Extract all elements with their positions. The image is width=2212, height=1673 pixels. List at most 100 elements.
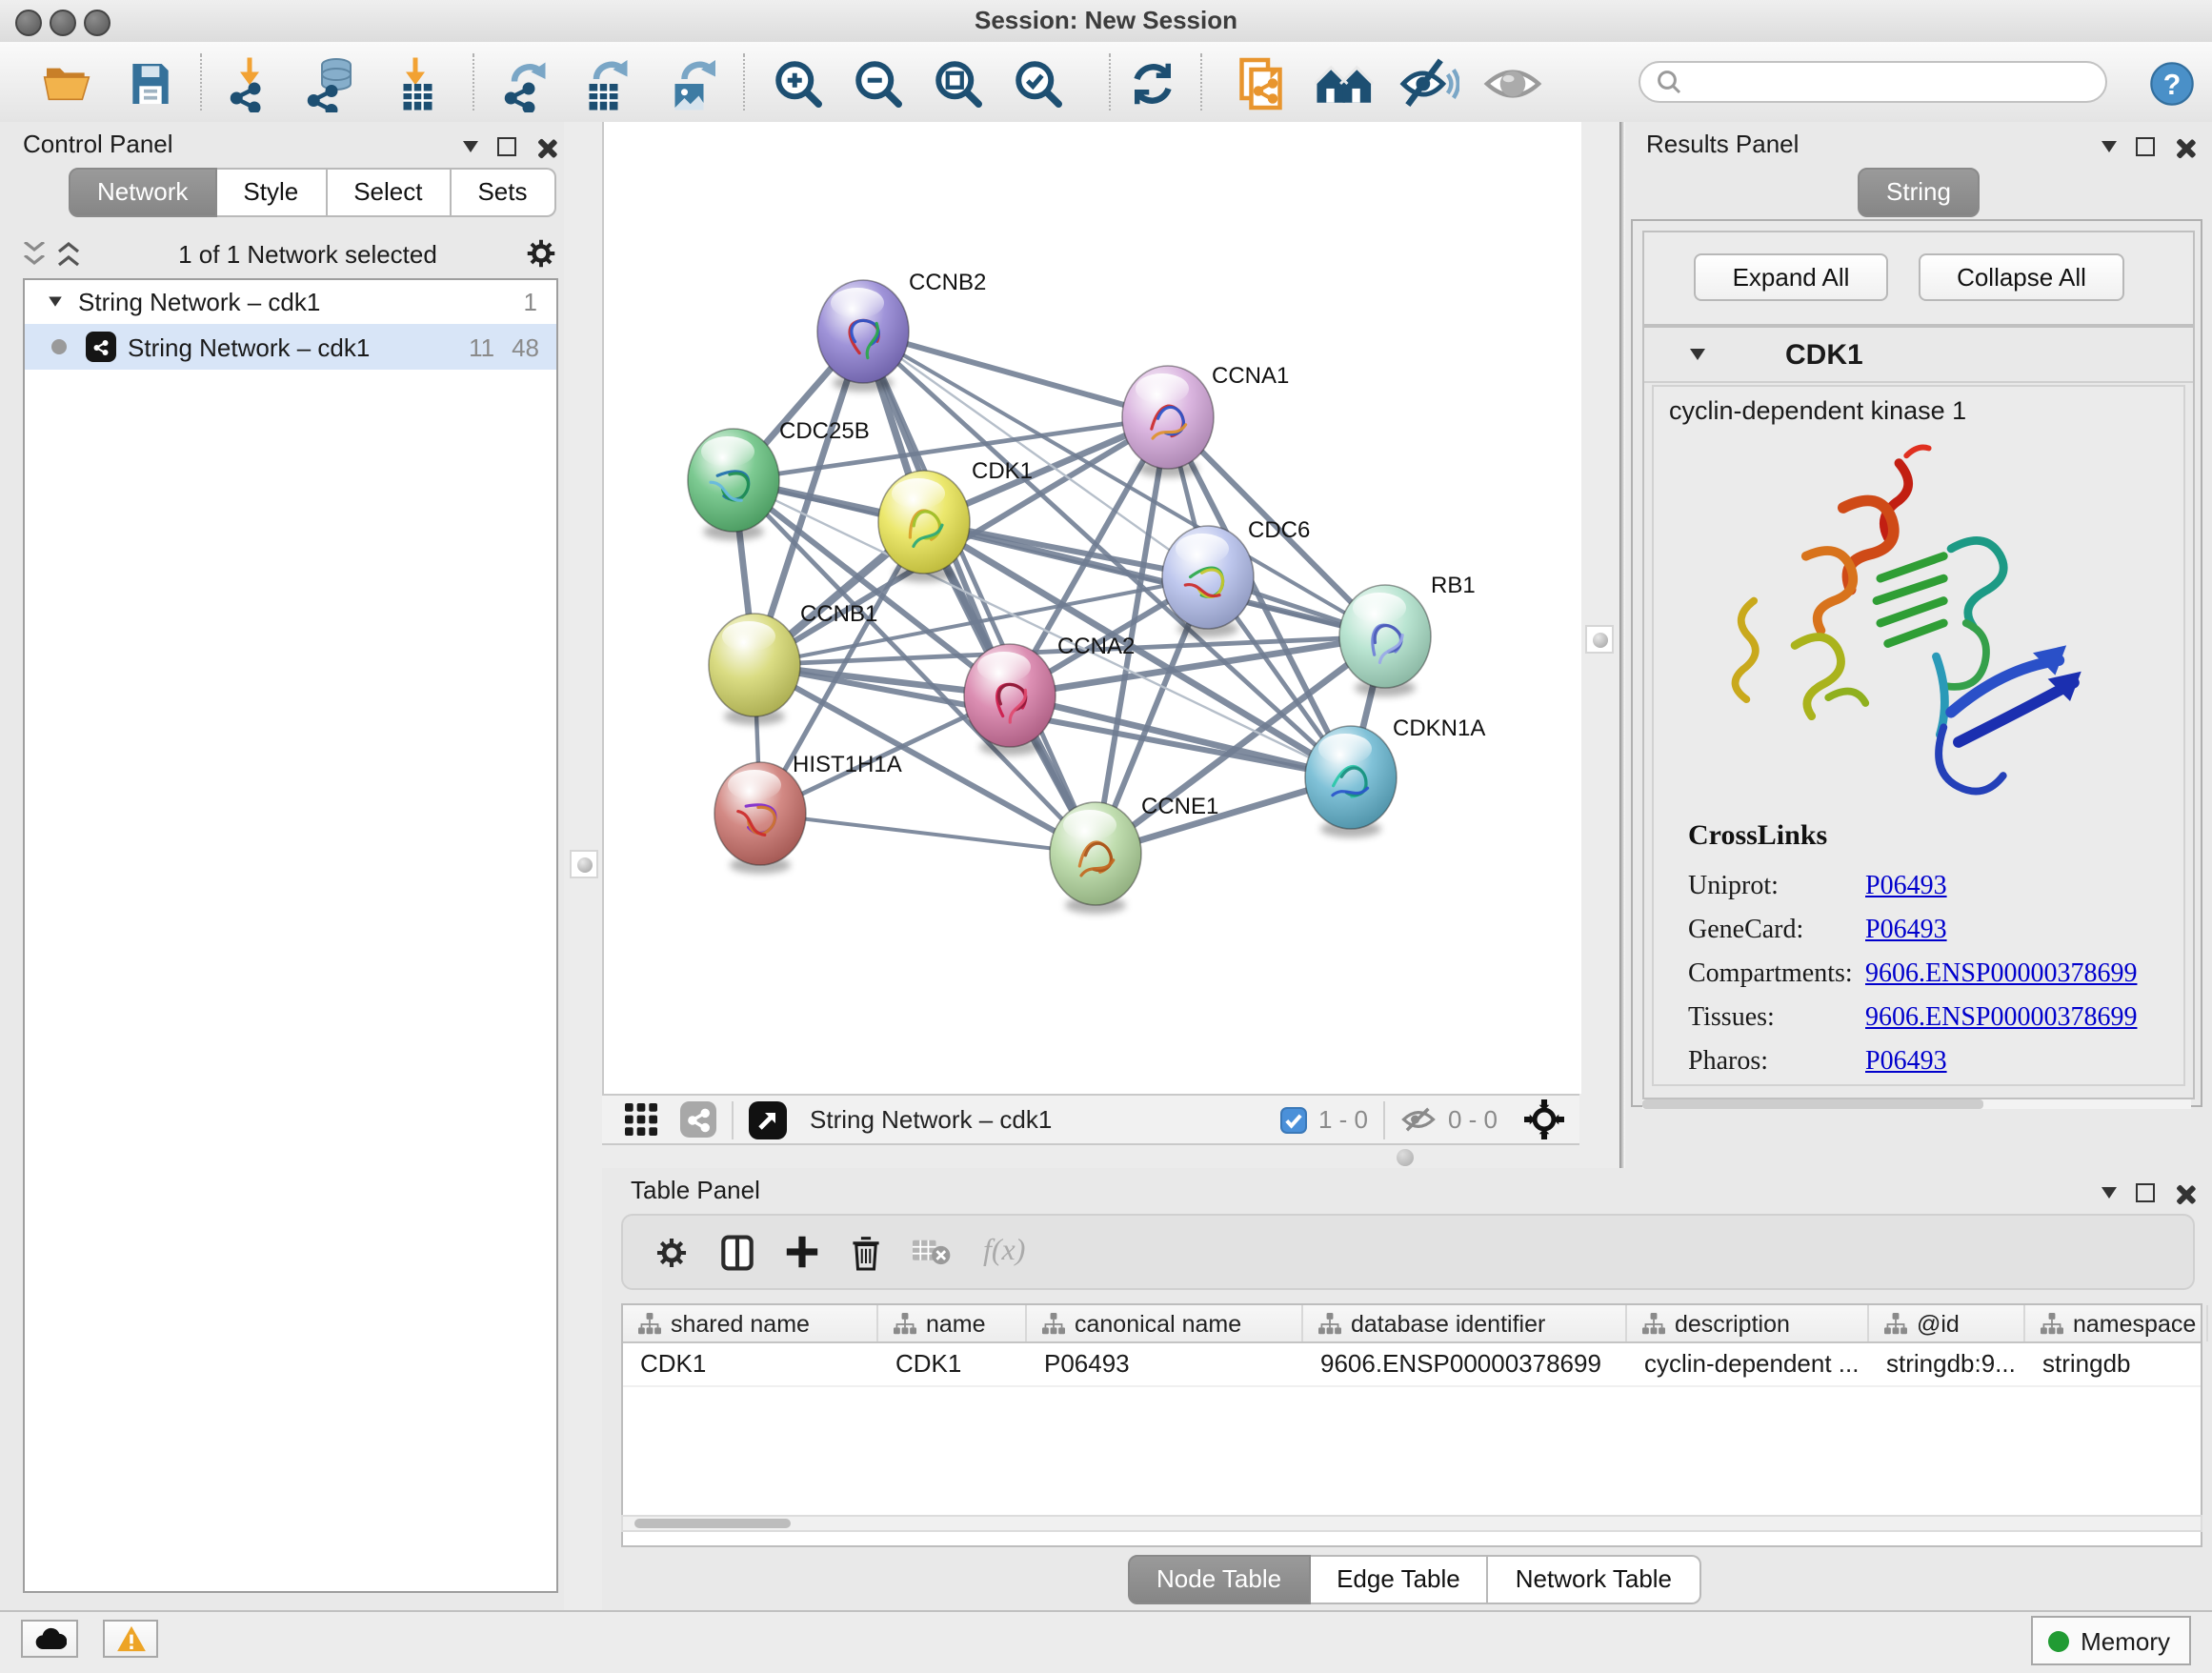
selected-checkbox-icon[interactable] (1280, 1106, 1307, 1133)
right-gutter[interactable] (1579, 122, 1619, 1168)
gene-card-header[interactable]: CDK1 (1644, 328, 2193, 383)
table-cell[interactable]: 9606.ENSP00000378699 (1303, 1343, 1627, 1385)
crosslink-link[interactable]: 9606.ENSP00000378699 (1865, 959, 2137, 990)
column-header-canonical-name[interactable]: canonical name (1027, 1305, 1303, 1341)
close-panel-icon[interactable] (2174, 1182, 2195, 1203)
cloud-button[interactable] (21, 1620, 78, 1658)
crosslink-link[interactable]: P06493 (1865, 1047, 1947, 1078)
left-splitter-handle[interactable] (570, 850, 598, 878)
horizontal-splitter[interactable] (602, 1145, 1619, 1168)
eye-icon[interactable] (1480, 51, 1545, 116)
share-document-icon[interactable] (1231, 51, 1296, 116)
node-CDKN1A[interactable]: CDKN1A (1305, 716, 1485, 837)
tab-string[interactable]: String (1858, 168, 1980, 217)
column-header-description[interactable]: description (1627, 1305, 1869, 1341)
tab-network[interactable]: Network (69, 168, 216, 217)
horizontal-splitter-handle[interactable] (1397, 1149, 1414, 1166)
table-row[interactable]: CDK1CDK1P064939606.ENSP00000378699cyclin… (623, 1343, 2201, 1387)
tab-style[interactable]: Style (216, 168, 327, 217)
column-header-name[interactable]: name (878, 1305, 1027, 1341)
table-cell[interactable]: cyclin-dependent ... (1627, 1343, 1869, 1385)
table-cell[interactable]: stringdb:9... (1869, 1343, 2025, 1385)
import-table-icon[interactable] (383, 51, 448, 116)
zoom-fit-icon[interactable] (926, 51, 991, 116)
close-panel-icon[interactable] (535, 136, 556, 157)
node-CCNB1[interactable]: CCNB1 (709, 601, 877, 725)
node-CCNE1[interactable]: CCNE1 (1050, 794, 1218, 914)
zoom-in-icon[interactable] (766, 51, 831, 116)
crosshair-icon[interactable] (1524, 1099, 1564, 1139)
zoom-out-icon[interactable] (846, 51, 911, 116)
tab-sets[interactable]: Sets (451, 168, 555, 217)
collapse-all-icon[interactable] (23, 241, 46, 266)
column-header-shared-name[interactable]: shared name (623, 1305, 878, 1341)
close-panel-icon[interactable] (2174, 136, 2195, 157)
help-icon[interactable]: ? (2140, 51, 2204, 116)
external-view-icon[interactable] (749, 1100, 787, 1139)
hide-eye-icon[interactable] (1397, 51, 1461, 116)
crosslink-link[interactable]: P06493 (1865, 916, 1947, 946)
grid-view-icon[interactable] (625, 1103, 657, 1136)
network-collection-row[interactable]: String Network – cdk1 1 (25, 280, 556, 324)
homes-icon[interactable] (1313, 51, 1377, 116)
import-database-icon[interactable] (299, 51, 364, 116)
application-window: Session: New Session (0, 0, 2212, 1671)
expand-all-button[interactable]: Expand All (1694, 253, 1888, 301)
export-table-icon[interactable] (573, 51, 638, 116)
share-view-icon[interactable] (680, 1101, 716, 1138)
gear-icon[interactable] (654, 1234, 690, 1270)
column-header-@id[interactable]: @id (1869, 1305, 2025, 1341)
expand-all-icon[interactable] (57, 241, 80, 266)
export-image-icon[interactable] (659, 51, 724, 116)
undock-panel-icon[interactable] (497, 137, 516, 156)
left-splitter[interactable] (564, 122, 602, 1610)
node-CCNB2[interactable]: CCNB2 (817, 270, 986, 392)
table-hscrollbar[interactable] (621, 1515, 2202, 1532)
collapse-all-button[interactable]: Collapse All (1919, 253, 2124, 301)
crosslink-row: Compartments:9606.ENSP00000378699 (1688, 953, 2137, 997)
export-network-icon[interactable] (492, 51, 556, 116)
column-header-database-identifier[interactable]: database identifier (1303, 1305, 1627, 1341)
hidden-eye-icon[interactable] (1400, 1105, 1437, 1134)
refresh-icon[interactable] (1120, 51, 1185, 116)
float-panel-icon[interactable] (2101, 141, 2117, 160)
save-icon[interactable] (118, 51, 183, 116)
tab-edge-table[interactable]: Edge Table (1310, 1555, 1489, 1604)
undock-panel-icon[interactable] (2136, 137, 2155, 156)
show-columns-icon[interactable] (720, 1234, 754, 1270)
column-header-namespace[interactable]: namespace (2025, 1305, 2208, 1341)
right-splitter-handle[interactable] (1585, 625, 1614, 654)
search-input[interactable] (1639, 61, 2107, 103)
crosslink-link[interactable]: P06493 (1865, 872, 1947, 902)
zoom-selected-icon[interactable] (1006, 51, 1071, 116)
node-CCNA1[interactable]: CCNA1 (1122, 363, 1289, 477)
gene-expander-icon[interactable] (1690, 349, 1705, 368)
open-folder-icon[interactable] (34, 51, 99, 116)
table-cell[interactable]: CDK1 (878, 1343, 1027, 1385)
results-scrollbar[interactable] (1642, 1099, 2191, 1109)
network-canvas[interactable]: CCNB2CCNA1CDC25BCDK1CDC6RB1CCNB1CCNA2CDK… (602, 122, 1581, 1094)
float-panel-icon[interactable] (463, 141, 478, 160)
warning-icon (115, 1625, 146, 1652)
tab-select[interactable]: Select (327, 168, 451, 217)
undock-panel-icon[interactable] (2136, 1183, 2155, 1202)
add-column-icon[interactable] (785, 1235, 819, 1269)
delete-column-icon[interactable] (850, 1234, 882, 1270)
node-CDC25B[interactable]: CDC25B (688, 418, 870, 540)
gear-icon[interactable] (524, 236, 558, 271)
node-RB1[interactable]: RB1 (1339, 573, 1476, 696)
collection-expander-icon[interactable] (49, 296, 62, 312)
edge-CCNE1-HIST1H1A[interactable] (760, 814, 1096, 854)
import-network-icon[interactable] (217, 51, 282, 116)
tab-network-table[interactable]: Network Table (1489, 1555, 1700, 1604)
tab-node-table[interactable]: Node Table (1128, 1555, 1310, 1604)
memory-button[interactable]: Memory (2031, 1616, 2191, 1665)
node-HIST1H1A[interactable]: HIST1H1A (714, 752, 902, 874)
table-cell[interactable]: stringdb (2025, 1343, 2208, 1385)
network-row[interactable]: String Network – cdk1 11 48 (25, 324, 556, 370)
table-cell[interactable]: CDK1 (623, 1343, 878, 1385)
table-cell[interactable]: P06493 (1027, 1343, 1303, 1385)
warning-button[interactable] (103, 1620, 158, 1658)
float-panel-icon[interactable] (2101, 1187, 2117, 1206)
crosslink-link[interactable]: 9606.ENSP00000378699 (1865, 1003, 2137, 1034)
